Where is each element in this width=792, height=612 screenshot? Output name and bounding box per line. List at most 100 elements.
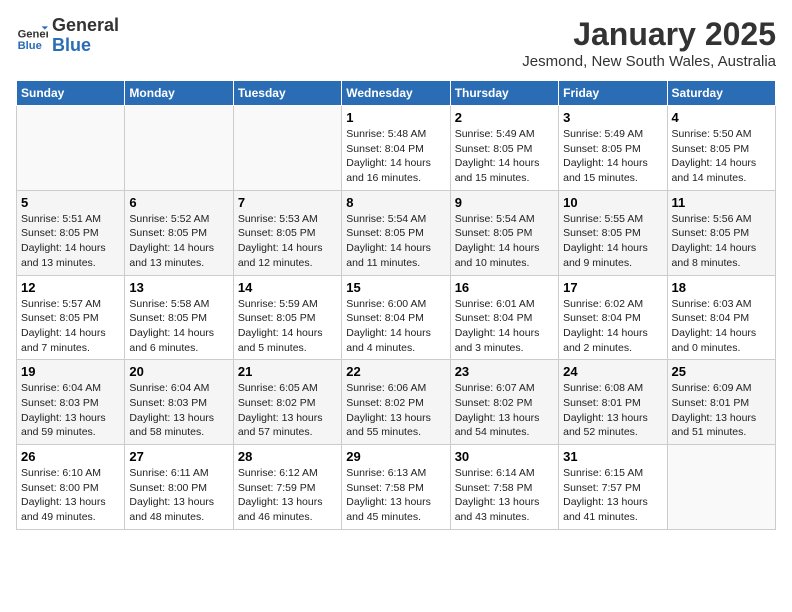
calendar-cell: 19Sunrise: 6:04 AMSunset: 8:03 PMDayligh… <box>17 360 125 445</box>
calendar-week-row: 1 Sunrise: 5:48 AMSunset: 8:04 PMDaylight… <box>17 106 776 191</box>
calendar-cell: 28 Sunrise: 6:12 AMSunset: 7:59 PMDayligh… <box>233 445 341 530</box>
svg-text:General: General <box>18 28 48 40</box>
calendar-week-row: 26 Sunrise: 6:10 AMSunset: 8:00 PMDayligh… <box>17 445 776 530</box>
title-block: January 2025 Jesmond, New South Wales, A… <box>522 16 776 70</box>
day-info: Sunrise: 5:56 AMSunset: 8:05 PMDaylight:… <box>672 212 771 271</box>
day-number: 29 <box>346 449 445 464</box>
day-info: Sunrise: 6:00 AMSunset: 8:04 PMDaylight:… <box>346 297 445 356</box>
calendar-cell <box>233 106 341 191</box>
day-info: Sunrise: 6:11 AMSunset: 8:00 PMDaylight:… <box>129 466 228 525</box>
day-info: Sunrise: 6:05 AMSunset: 8:02 PMDaylight:… <box>238 381 337 440</box>
day-number: 27 <box>129 449 228 464</box>
month-title: January 2025 <box>522 16 776 53</box>
day-number: 15 <box>346 280 445 295</box>
day-number: 5 <box>21 195 120 210</box>
day-number: 13 <box>129 280 228 295</box>
calendar-cell: 17 Sunrise: 6:02 AMSunset: 8:04 PMDayligh… <box>559 275 667 360</box>
day-info: Sunrise: 6:02 AMSunset: 8:04 PMDaylight:… <box>563 297 662 356</box>
calendar-cell <box>125 106 233 191</box>
location: Jesmond, New South Wales, Australia <box>522 53 776 70</box>
calendar-cell: 13 Sunrise: 5:58 AMSunset: 8:05 PMDayligh… <box>125 275 233 360</box>
weekday-header-tuesday: Tuesday <box>233 81 341 106</box>
day-info: Sunrise: 5:57 AMSunset: 8:05 PMDaylight:… <box>21 297 120 356</box>
day-info: Sunrise: 5:59 AMSunset: 8:05 PMDaylight:… <box>238 297 337 356</box>
calendar-cell: 18 Sunrise: 6:03 AMSunset: 8:04 PMDayligh… <box>667 275 775 360</box>
day-number: 6 <box>129 195 228 210</box>
svg-text:Blue: Blue <box>18 40 42 52</box>
day-number: 2 <box>455 110 554 125</box>
day-info: Sunrise: 6:07 AMSunset: 8:02 PMDaylight:… <box>455 381 554 440</box>
day-info: Sunrise: 5:58 AMSunset: 8:05 PMDaylight:… <box>129 297 228 356</box>
logo-icon: General Blue <box>16 20 48 52</box>
calendar-cell: 20Sunrise: 6:04 AMSunset: 8:03 PMDayligh… <box>125 360 233 445</box>
weekday-header-sunday: Sunday <box>17 81 125 106</box>
day-info: Sunrise: 6:06 AMSunset: 8:02 PMDaylight:… <box>346 381 445 440</box>
calendar-cell: 29 Sunrise: 6:13 AMSunset: 7:58 PMDayligh… <box>342 445 450 530</box>
weekday-header-row: SundayMondayTuesdayWednesdayThursdayFrid… <box>17 81 776 106</box>
calendar-cell: 14Sunrise: 5:59 AMSunset: 8:05 PMDayligh… <box>233 275 341 360</box>
day-number: 26 <box>21 449 120 464</box>
day-info: Sunrise: 5:54 AMSunset: 8:05 PMDaylight:… <box>346 212 445 271</box>
day-number: 23 <box>455 364 554 379</box>
day-info: Sunrise: 6:10 AMSunset: 8:00 PMDaylight:… <box>21 466 120 525</box>
day-number: 18 <box>672 280 771 295</box>
day-info: Sunrise: 6:12 AMSunset: 7:59 PMDaylight:… <box>238 466 337 525</box>
day-info: Sunrise: 6:13 AMSunset: 7:58 PMDaylight:… <box>346 466 445 525</box>
day-number: 24 <box>563 364 662 379</box>
day-number: 1 <box>346 110 445 125</box>
day-number: 12 <box>21 280 120 295</box>
calendar-cell: 2 Sunrise: 5:49 AMSunset: 8:05 PMDaylight… <box>450 106 558 191</box>
day-info: Sunrise: 6:09 AMSunset: 8:01 PMDaylight:… <box>672 381 771 440</box>
calendar-cell: 12 Sunrise: 5:57 AMSunset: 8:05 PMDayligh… <box>17 275 125 360</box>
weekday-header-monday: Monday <box>125 81 233 106</box>
day-number: 25 <box>672 364 771 379</box>
day-info: Sunrise: 6:04 AMSunset: 8:03 PMDaylight:… <box>129 381 228 440</box>
day-info: Sunrise: 6:15 AMSunset: 7:57 PMDaylight:… <box>563 466 662 525</box>
day-number: 17 <box>563 280 662 295</box>
calendar-cell: 8 Sunrise: 5:54 AMSunset: 8:05 PMDaylight… <box>342 190 450 275</box>
day-number: 11 <box>672 195 771 210</box>
weekday-header-thursday: Thursday <box>450 81 558 106</box>
day-number: 22 <box>346 364 445 379</box>
day-info: Sunrise: 5:55 AMSunset: 8:05 PMDaylight:… <box>563 212 662 271</box>
calendar-cell: 11 Sunrise: 5:56 AMSunset: 8:05 PMDayligh… <box>667 190 775 275</box>
day-number: 31 <box>563 449 662 464</box>
calendar-cell: 16Sunrise: 6:01 AMSunset: 8:04 PMDayligh… <box>450 275 558 360</box>
day-number: 30 <box>455 449 554 464</box>
day-info: Sunrise: 5:54 AMSunset: 8:05 PMDaylight:… <box>455 212 554 271</box>
calendar-cell <box>17 106 125 191</box>
day-info: Sunrise: 5:53 AMSunset: 8:05 PMDaylight:… <box>238 212 337 271</box>
calendar-table: SundayMondayTuesdayWednesdayThursdayFrid… <box>16 80 776 530</box>
calendar-cell: 25 Sunrise: 6:09 AMSunset: 8:01 PMDayligh… <box>667 360 775 445</box>
day-number: 3 <box>563 110 662 125</box>
calendar-cell: 26 Sunrise: 6:10 AMSunset: 8:00 PMDayligh… <box>17 445 125 530</box>
day-number: 21 <box>238 364 337 379</box>
calendar-week-row: 5 Sunrise: 5:51 AMSunset: 8:05 PMDaylight… <box>17 190 776 275</box>
day-number: 8 <box>346 195 445 210</box>
day-info: Sunrise: 6:04 AMSunset: 8:03 PMDaylight:… <box>21 381 120 440</box>
day-info: Sunrise: 5:49 AMSunset: 8:05 PMDaylight:… <box>455 127 554 186</box>
day-info: Sunrise: 5:48 AMSunset: 8:04 PMDaylight:… <box>346 127 445 186</box>
calendar-cell: 15 Sunrise: 6:00 AMSunset: 8:04 PMDayligh… <box>342 275 450 360</box>
day-info: Sunrise: 6:03 AMSunset: 8:04 PMDaylight:… <box>672 297 771 356</box>
day-number: 9 <box>455 195 554 210</box>
page-header: General Blue General Blue January 2025 J… <box>16 16 776 70</box>
calendar-cell: 10Sunrise: 5:55 AMSunset: 8:05 PMDayligh… <box>559 190 667 275</box>
calendar-cell: 4Sunrise: 5:50 AMSunset: 8:05 PMDaylight… <box>667 106 775 191</box>
weekday-header-wednesday: Wednesday <box>342 81 450 106</box>
logo-text: General Blue <box>52 16 119 56</box>
day-info: Sunrise: 5:50 AMSunset: 8:05 PMDaylight:… <box>672 127 771 186</box>
day-info: Sunrise: 5:49 AMSunset: 8:05 PMDaylight:… <box>563 127 662 186</box>
day-number: 28 <box>238 449 337 464</box>
weekday-header-friday: Friday <box>559 81 667 106</box>
calendar-cell: 1 Sunrise: 5:48 AMSunset: 8:04 PMDaylight… <box>342 106 450 191</box>
day-info: Sunrise: 6:14 AMSunset: 7:58 PMDaylight:… <box>455 466 554 525</box>
calendar-cell: 3 Sunrise: 5:49 AMSunset: 8:05 PMDaylight… <box>559 106 667 191</box>
calendar-cell <box>667 445 775 530</box>
calendar-week-row: 12 Sunrise: 5:57 AMSunset: 8:05 PMDayligh… <box>17 275 776 360</box>
calendar-cell: 6Sunrise: 5:52 AMSunset: 8:05 PMDaylight… <box>125 190 233 275</box>
logo: General Blue General Blue <box>16 16 119 56</box>
day-info: Sunrise: 5:51 AMSunset: 8:05 PMDaylight:… <box>21 212 120 271</box>
calendar-cell: 5 Sunrise: 5:51 AMSunset: 8:05 PMDaylight… <box>17 190 125 275</box>
day-info: Sunrise: 6:01 AMSunset: 8:04 PMDaylight:… <box>455 297 554 356</box>
